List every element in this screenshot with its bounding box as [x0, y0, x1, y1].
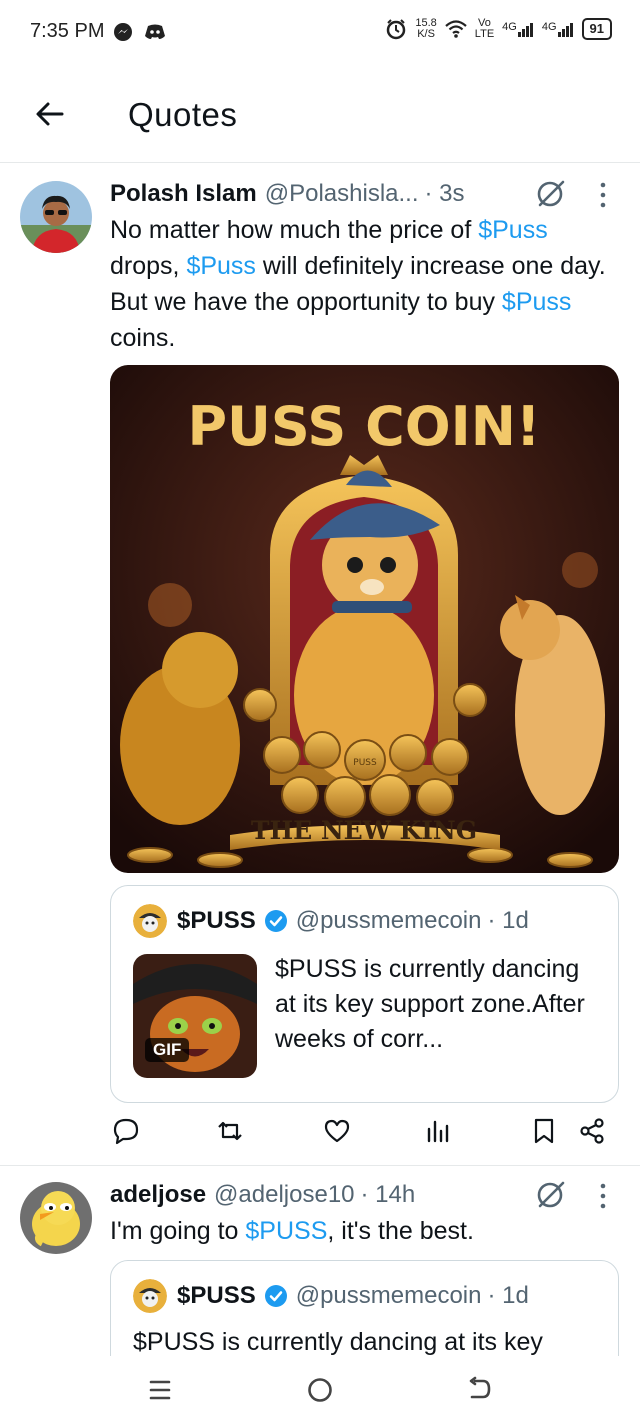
quote-header: $PUSS @pussmemecoin · 1d	[133, 1279, 529, 1313]
signal-icon: 4G	[502, 21, 534, 37]
discord-icon	[144, 21, 166, 43]
bookmark-icon	[534, 1118, 554, 1144]
home-button[interactable]	[302, 1372, 338, 1408]
post-text: I'm going to $PUSS, it's the best.	[110, 1217, 474, 1245]
quoted-post[interactable]: $PUSS @pussmemecoin · 1d GIF $PUSS is cu…	[110, 885, 619, 1103]
views-button[interactable]	[421, 1115, 453, 1147]
avatar[interactable]	[20, 1182, 92, 1254]
cashtag-link[interactable]: $Puss	[478, 216, 547, 244]
back-button[interactable]	[30, 94, 70, 134]
quote-avatar	[133, 904, 167, 938]
author-handle[interactable]: @adeljose10	[214, 1181, 354, 1209]
author-name[interactable]: adeljose	[110, 1181, 206, 1209]
bookmark-button[interactable]	[528, 1115, 560, 1147]
post[interactable]: Polash Islam @Polashisla... · 3s No matt…	[0, 165, 640, 1166]
quote-handle: @pussmemecoin	[295, 1282, 482, 1309]
alarm-icon	[385, 18, 407, 40]
post-time[interactable]: · 14h	[361, 1181, 416, 1209]
post-text: No matter how much the price of $Puss dro…	[110, 216, 606, 352]
status-bar: 7:35 PM 15.8 K/S Vo LTE 4G 4G 91	[0, 0, 640, 64]
recents-button[interactable]	[142, 1372, 178, 1408]
reply-button[interactable]	[110, 1115, 142, 1147]
battery-icon: 91	[581, 18, 612, 40]
system-navigation-bar	[0, 1356, 640, 1422]
post-time[interactable]: · 3s	[425, 180, 465, 208]
recents-icon	[149, 1380, 171, 1400]
media-banner: THE NEW KING	[251, 816, 477, 845]
quoted-post[interactable]: $PUSS @pussmemecoin · 1d $PUSS is curren…	[110, 1260, 619, 1356]
verified-badge-icon	[264, 910, 287, 932]
quote-time: · 1d	[487, 1282, 529, 1309]
quote-text: $PUSS is currently dancing at its key su…	[275, 955, 585, 1053]
action-bar	[110, 1115, 620, 1155]
quote-author-name: $PUSS	[177, 1282, 256, 1309]
post-header: Polash Islam @Polashisla... · 3s	[110, 178, 465, 210]
repost-icon	[218, 1121, 242, 1141]
quote-handle: @pussmemecoin	[295, 907, 482, 934]
back-nav-button[interactable]	[462, 1372, 498, 1408]
quote-header: $PUSS @pussmemecoin · 1d	[133, 904, 529, 938]
repost-button[interactable]	[214, 1115, 246, 1147]
quote-text: $PUSS is currently dancing at its key	[133, 1328, 543, 1356]
share-icon	[580, 1118, 604, 1144]
page-title: Quotes	[128, 96, 238, 133]
verified-badge-icon	[264, 1285, 287, 1307]
post-header: adeljose @adeljose10 · 14h	[110, 1179, 415, 1211]
messenger-icon	[112, 21, 134, 43]
more-options-icon[interactable]	[593, 179, 613, 213]
avatar[interactable]	[20, 181, 92, 253]
network-speed: 15.8 K/S	[415, 17, 437, 40]
share-button[interactable]	[576, 1115, 608, 1147]
svg-text:PUSS: PUSS	[353, 758, 377, 768]
media-headline: PUSS COIN!	[187, 395, 540, 458]
views-icon	[427, 1120, 449, 1143]
more-options-icon[interactable]	[593, 1180, 613, 1214]
grok-icon[interactable]	[534, 177, 568, 211]
arrow-left-icon	[36, 102, 64, 126]
cashtag-link[interactable]: $Puss	[186, 252, 255, 280]
quote-time: · 1d	[487, 907, 529, 934]
cashtag-link[interactable]: $PUSS	[245, 1217, 327, 1245]
home-icon	[308, 1378, 332, 1402]
like-icon	[324, 1119, 350, 1143]
gif-badge: GIF	[145, 1038, 190, 1062]
quote-gif-thumbnail[interactable]: GIF	[133, 954, 257, 1078]
back-nav-icon	[469, 1376, 491, 1399]
reply-icon	[113, 1118, 139, 1145]
like-button[interactable]	[321, 1115, 353, 1147]
status-time: 7:35 PM	[30, 20, 105, 42]
author-handle[interactable]: @Polashisla...	[265, 180, 419, 208]
post-image[interactable]: PUSS COIN! PUSS THE NEW KING	[110, 365, 619, 873]
header: Quotes	[0, 64, 640, 163]
grok-icon[interactable]	[534, 1178, 568, 1212]
signal-icon-2: 4G	[542, 21, 574, 37]
author-name[interactable]: Polash Islam	[110, 180, 257, 208]
wifi-icon	[445, 18, 467, 40]
post[interactable]: adeljose @adeljose10 · 14h I'm going to …	[0, 1166, 640, 1356]
quote-author-name: $PUSS	[177, 907, 256, 934]
quote-avatar	[133, 1279, 167, 1313]
cashtag-link[interactable]: $Puss	[502, 288, 571, 316]
volte-indicator: Vo LTE	[474, 17, 495, 40]
